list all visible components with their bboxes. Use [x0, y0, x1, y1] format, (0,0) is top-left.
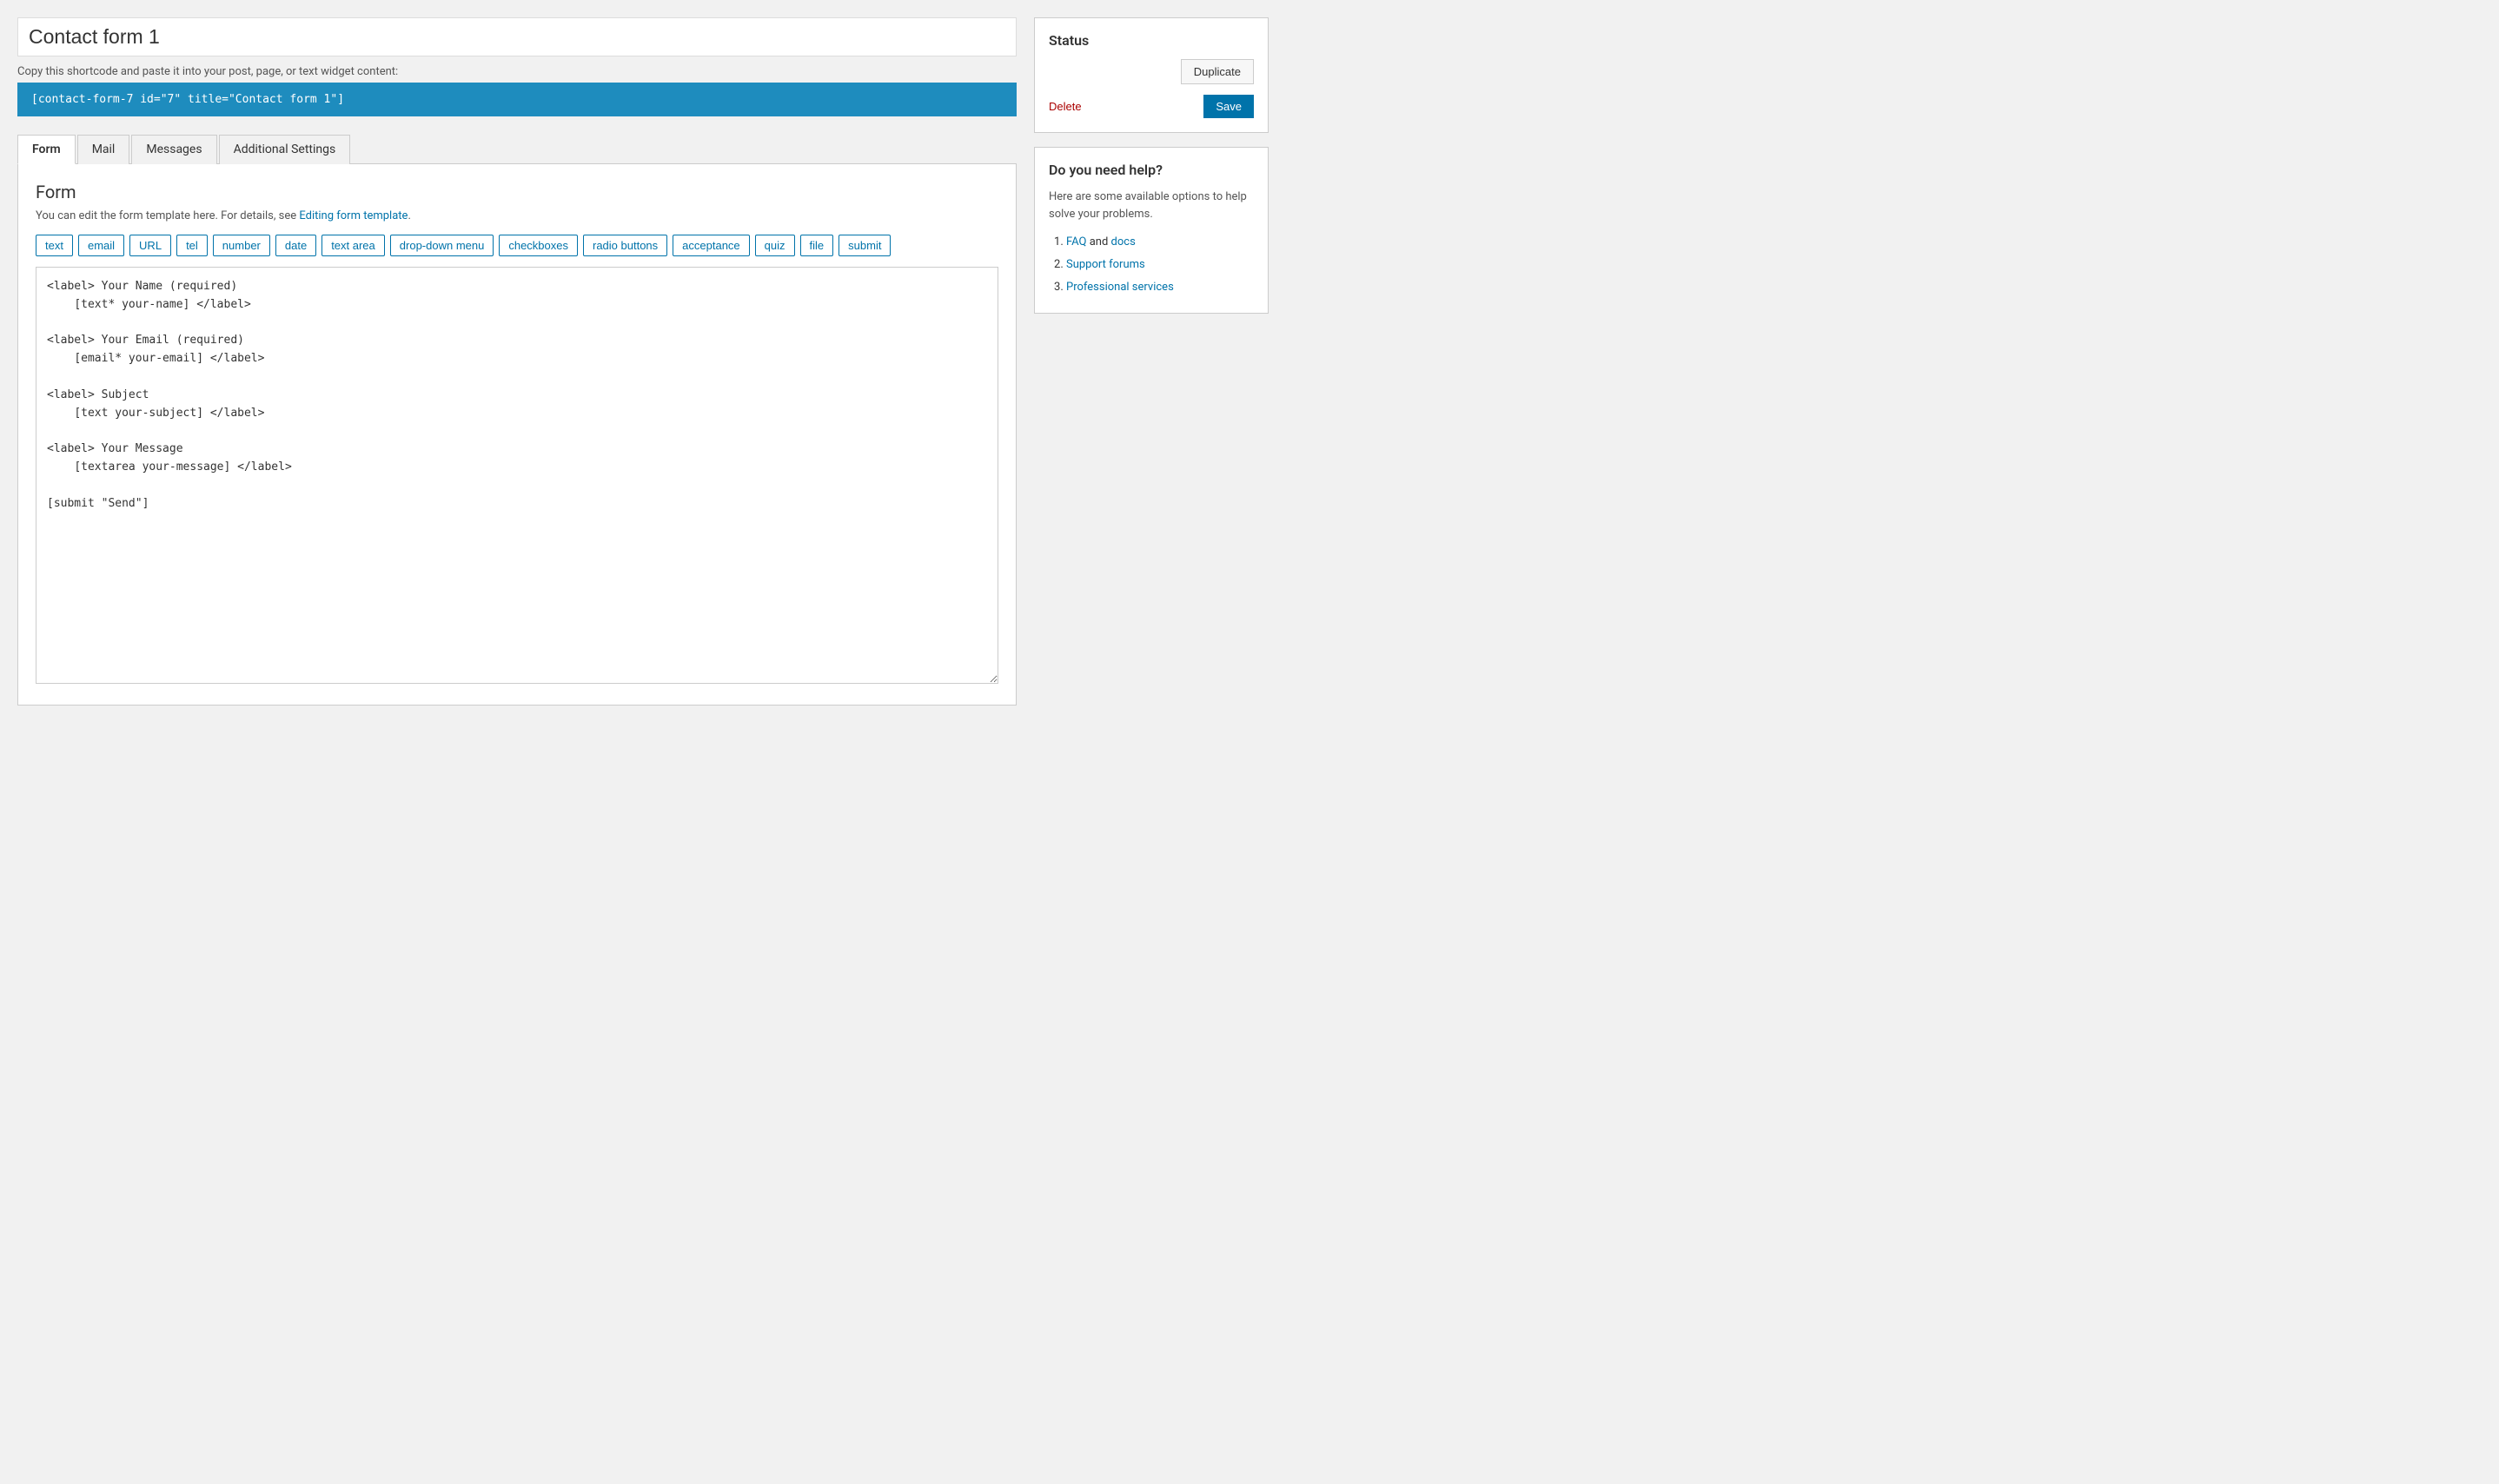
tab-mail[interactable]: Mail [77, 135, 130, 164]
tabs-nav: Form Mail Messages Additional Settings [17, 134, 1017, 164]
support-forums-link[interactable]: Support forums [1066, 258, 1145, 271]
help-item-2: Support forums [1066, 254, 1254, 276]
tag-buttons-container: textemailURLtelnumberdatetext areadrop-d… [36, 235, 998, 256]
help-item-1: FAQ and docs [1066, 231, 1254, 254]
docs-link[interactable]: docs [1111, 235, 1136, 248]
help-item-3: Professional services [1066, 276, 1254, 299]
tag-btn-tel[interactable]: tel [176, 235, 208, 256]
editing-template-link[interactable]: Editing form template [299, 209, 408, 222]
tag-btn-url[interactable]: URL [129, 235, 171, 256]
help-box: Do you need help? Here are some availabl… [1034, 147, 1269, 314]
tag-btn-text[interactable]: text [36, 235, 73, 256]
form-description-text: You can edit the form template here. For… [36, 209, 299, 222]
tab-content-form: Form You can edit the form template here… [17, 164, 1017, 706]
help-item-1-mid: and [1090, 235, 1111, 248]
tag-btn-number[interactable]: number [213, 235, 270, 256]
tag-btn-acceptance[interactable]: acceptance [673, 235, 750, 256]
tag-btn-radio-buttons[interactable]: radio buttons [583, 235, 667, 256]
duplicate-button[interactable]: Duplicate [1181, 59, 1254, 84]
form-template-textarea[interactable] [36, 267, 998, 684]
content-area: Copy this shortcode and paste it into yo… [17, 17, 1017, 706]
shortcode-box[interactable]: [contact-form-7 id="7" title="Contact fo… [17, 83, 1017, 116]
save-button[interactable]: Save [1203, 95, 1254, 118]
status-title: Status [1049, 32, 1254, 49]
help-title: Do you need help? [1049, 162, 1254, 178]
main-layout: Copy this shortcode and paste it into yo… [17, 17, 1269, 706]
faq-link[interactable]: FAQ [1066, 235, 1086, 248]
tag-btn-checkboxes[interactable]: checkboxes [499, 235, 578, 256]
tag-btn-drop-down-menu[interactable]: drop-down menu [390, 235, 494, 256]
tab-additional-settings[interactable]: Additional Settings [219, 135, 351, 164]
form-section-title: Form [36, 182, 998, 202]
delete-button[interactable]: Delete [1049, 100, 1082, 113]
tag-btn-email[interactable]: email [78, 235, 124, 256]
tab-messages[interactable]: Messages [131, 135, 216, 164]
tab-form[interactable]: Form [17, 135, 76, 164]
help-description: Here are some available options to help … [1049, 189, 1254, 222]
form-title-input[interactable] [17, 17, 1017, 56]
shortcode-label: Copy this shortcode and paste it into yo… [17, 65, 1017, 78]
tag-btn-date[interactable]: date [275, 235, 316, 256]
help-list: FAQ and docs Support forums Professional… [1049, 231, 1254, 299]
form-description-end: . [408, 209, 410, 222]
tag-btn-text-area[interactable]: text area [321, 235, 385, 256]
tag-btn-file[interactable]: file [800, 235, 834, 256]
status-actions: Delete Save [1049, 95, 1254, 118]
professional-services-link[interactable]: Professional services [1066, 281, 1174, 294]
tag-btn-quiz[interactable]: quiz [755, 235, 795, 256]
form-description: You can edit the form template here. For… [36, 209, 998, 222]
status-box: Status Duplicate Delete Save [1034, 17, 1269, 133]
sidebar: Status Duplicate Delete Save Do you need… [1034, 17, 1269, 706]
tag-btn-submit[interactable]: submit [839, 235, 891, 256]
